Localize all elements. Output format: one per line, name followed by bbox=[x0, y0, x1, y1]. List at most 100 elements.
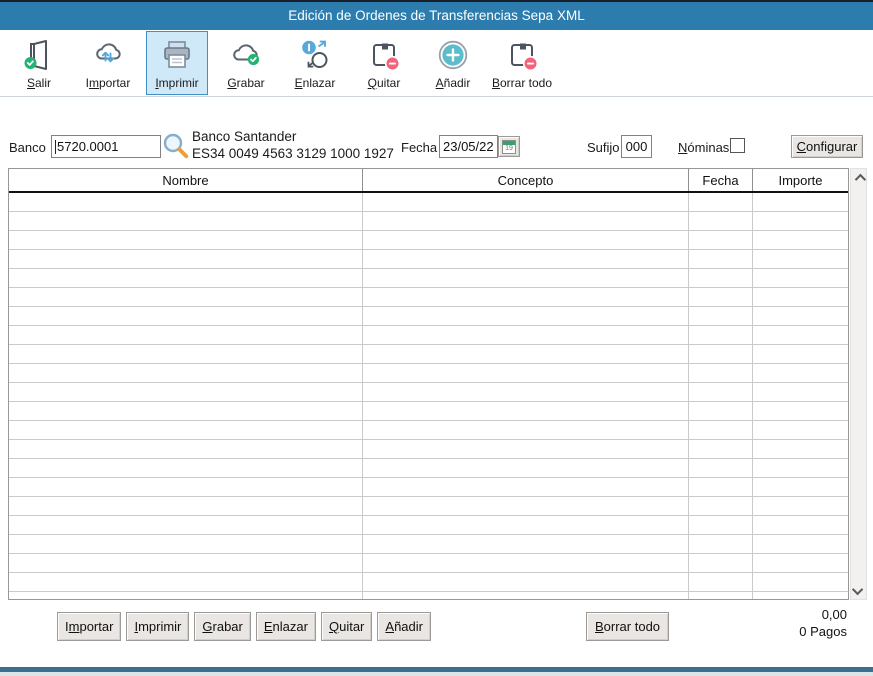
table-cell[interactable] bbox=[689, 345, 753, 363]
table-cell[interactable] bbox=[753, 383, 848, 401]
table-cell[interactable] bbox=[9, 497, 363, 515]
table-cell[interactable] bbox=[363, 250, 689, 268]
enlazar-button[interactable]: Enlazar bbox=[256, 612, 316, 641]
table-cell[interactable] bbox=[753, 554, 848, 572]
sufijo-input[interactable]: 000 bbox=[621, 135, 652, 158]
table-cell[interactable] bbox=[753, 364, 848, 382]
table-cell[interactable] bbox=[689, 364, 753, 382]
table-cell[interactable] bbox=[689, 459, 753, 477]
toolbar-item-quitar[interactable]: Quitar bbox=[353, 31, 415, 95]
table-cell[interactable] bbox=[753, 250, 848, 268]
table-cell[interactable] bbox=[689, 592, 753, 599]
table-row[interactable] bbox=[9, 307, 848, 326]
column-header-importe[interactable]: Importe bbox=[753, 169, 848, 191]
search-icon[interactable] bbox=[162, 132, 190, 165]
configurar-button[interactable]: Configurar bbox=[791, 135, 863, 158]
table-cell[interactable] bbox=[9, 402, 363, 420]
table-cell[interactable] bbox=[753, 497, 848, 515]
table-row[interactable] bbox=[9, 592, 848, 599]
table-cell[interactable] bbox=[9, 478, 363, 496]
vertical-scrollbar[interactable] bbox=[850, 168, 867, 600]
table-cell[interactable] bbox=[689, 440, 753, 458]
table-cell[interactable] bbox=[753, 421, 848, 439]
toolbar-item-anadir[interactable]: Añadir bbox=[422, 31, 484, 95]
table-row[interactable] bbox=[9, 364, 848, 383]
table-cell[interactable] bbox=[363, 554, 689, 572]
table-cell[interactable] bbox=[753, 193, 848, 211]
toolbar-item-salir[interactable]: Salir bbox=[8, 31, 70, 95]
table-cell[interactable] bbox=[9, 573, 363, 591]
table-cell[interactable] bbox=[689, 307, 753, 325]
table-cell[interactable] bbox=[9, 383, 363, 401]
table-cell[interactable] bbox=[753, 516, 848, 534]
table-cell[interactable] bbox=[753, 402, 848, 420]
calendar-button[interactable]: 19 bbox=[498, 136, 520, 157]
table-row[interactable] bbox=[9, 345, 848, 364]
table-cell[interactable] bbox=[9, 535, 363, 553]
imprimir-button[interactable]: Imprimir bbox=[126, 612, 189, 641]
table-cell[interactable] bbox=[753, 288, 848, 306]
table-cell[interactable] bbox=[689, 383, 753, 401]
table-cell[interactable] bbox=[363, 535, 689, 553]
table-cell[interactable] bbox=[689, 497, 753, 515]
table-row[interactable] bbox=[9, 231, 848, 250]
borrar-todo-button[interactable]: Borrar todo bbox=[586, 612, 669, 641]
column-header-fecha[interactable]: Fecha bbox=[689, 169, 753, 191]
table-cell[interactable] bbox=[9, 288, 363, 306]
table-row[interactable] bbox=[9, 402, 848, 421]
table-row[interactable] bbox=[9, 193, 848, 212]
table-row[interactable] bbox=[9, 421, 848, 440]
table-cell[interactable] bbox=[363, 592, 689, 599]
table-row[interactable] bbox=[9, 383, 848, 402]
table-cell[interactable] bbox=[363, 269, 689, 287]
table-cell[interactable] bbox=[753, 535, 848, 553]
table-cell[interactable] bbox=[689, 231, 753, 249]
quitar-button[interactable]: Quitar bbox=[321, 612, 372, 641]
table-cell[interactable] bbox=[9, 250, 363, 268]
table-cell[interactable] bbox=[363, 402, 689, 420]
table-cell[interactable] bbox=[753, 478, 848, 496]
table-cell[interactable] bbox=[363, 383, 689, 401]
toolbar-item-importar[interactable]: Importar bbox=[77, 31, 139, 95]
table-cell[interactable] bbox=[9, 459, 363, 477]
scroll-down-button[interactable] bbox=[851, 582, 866, 599]
grabar-button[interactable]: Grabar bbox=[194, 612, 250, 641]
table-cell[interactable] bbox=[753, 592, 848, 599]
table-row[interactable] bbox=[9, 459, 848, 478]
anadir-button[interactable]: Añadir bbox=[377, 612, 431, 641]
nominas-checkbox[interactable] bbox=[730, 138, 745, 153]
table-cell[interactable] bbox=[9, 421, 363, 439]
table-cell[interactable] bbox=[363, 573, 689, 591]
table-cell[interactable] bbox=[689, 516, 753, 534]
table-row[interactable] bbox=[9, 516, 848, 535]
table-cell[interactable] bbox=[689, 554, 753, 572]
table-row[interactable] bbox=[9, 288, 848, 307]
table-cell[interactable] bbox=[363, 364, 689, 382]
table-cell[interactable] bbox=[753, 269, 848, 287]
table-cell[interactable] bbox=[363, 516, 689, 534]
table-row[interactable] bbox=[9, 212, 848, 231]
table-cell[interactable] bbox=[689, 212, 753, 230]
table-cell[interactable] bbox=[363, 421, 689, 439]
column-header-concepto[interactable]: Concepto bbox=[363, 169, 689, 191]
table-row[interactable] bbox=[9, 535, 848, 554]
table-cell[interactable] bbox=[753, 440, 848, 458]
toolbar-item-borrar-todo[interactable]: Borrar todo bbox=[491, 31, 553, 95]
table-row[interactable] bbox=[9, 269, 848, 288]
table-cell[interactable] bbox=[9, 554, 363, 572]
table-cell[interactable] bbox=[363, 459, 689, 477]
toolbar-item-enlazar[interactable]: Enlazar bbox=[284, 31, 346, 95]
importar-button[interactable]: Importar bbox=[57, 612, 121, 641]
table-cell[interactable] bbox=[753, 307, 848, 325]
table-cell[interactable] bbox=[9, 269, 363, 287]
table-cell[interactable] bbox=[363, 345, 689, 363]
table-cell[interactable] bbox=[9, 345, 363, 363]
table-cell[interactable] bbox=[363, 497, 689, 515]
table-cell[interactable] bbox=[9, 193, 363, 211]
table-cell[interactable] bbox=[689, 402, 753, 420]
toolbar-item-grabar[interactable]: Grabar bbox=[215, 31, 277, 95]
table-cell[interactable] bbox=[689, 250, 753, 268]
table-cell[interactable] bbox=[363, 231, 689, 249]
table-cell[interactable] bbox=[9, 231, 363, 249]
table-cell[interactable] bbox=[753, 231, 848, 249]
